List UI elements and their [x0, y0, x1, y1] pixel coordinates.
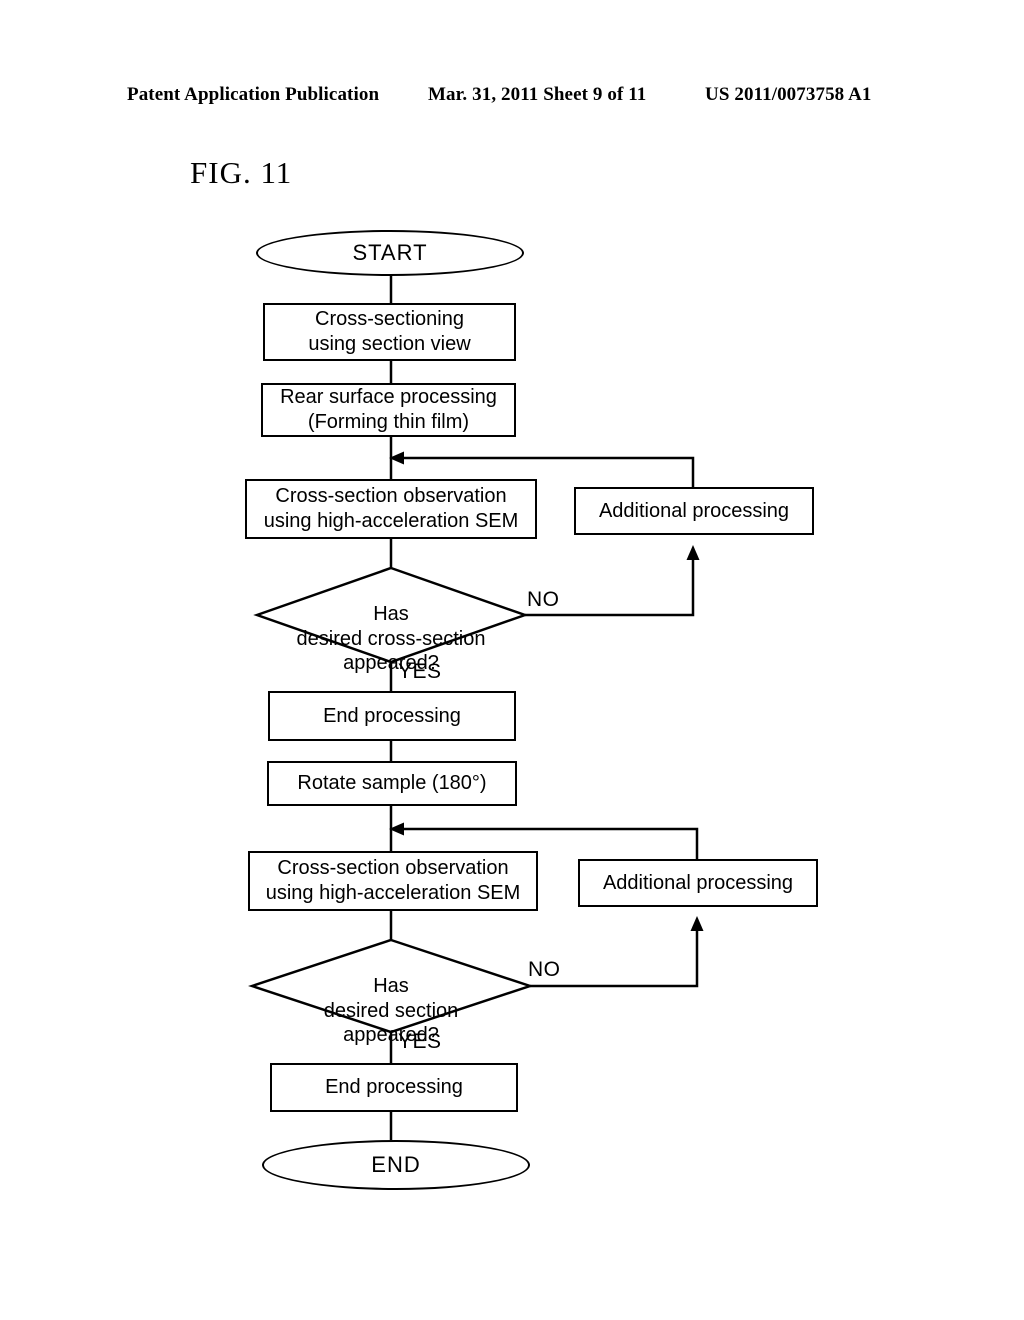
- edge-label-decision2-yes: YES: [398, 1030, 442, 1053]
- edge-label-decision1-yes: YES: [398, 660, 442, 683]
- node-end-label: END: [371, 1152, 421, 1178]
- node-end-processing-2[interactable]: End processing: [270, 1063, 518, 1112]
- node-end-processing-2-label: End processing: [325, 1076, 463, 1099]
- edge-label-decision1-no: NO: [527, 588, 560, 611]
- node-rear-surface-processing-label: Rear surface processing (Forming thin fi…: [280, 386, 497, 433]
- node-cross-section-observation-1-label: Cross-section observation using high-acc…: [263, 485, 519, 532]
- node-additional-processing-2-label: Additional processing: [602, 871, 794, 894]
- node-end[interactable]: END: [262, 1140, 530, 1190]
- node-decision-cross-section[interactable]: Has desired cross-section appeared?: [271, 578, 511, 676]
- node-additional-processing-1[interactable]: Additional processing: [574, 487, 814, 535]
- node-cross-sectioning[interactable]: Cross-sectioning using section view: [263, 303, 516, 361]
- node-end-processing-1[interactable]: End processing: [268, 691, 516, 741]
- node-decision-cross-section-label: Has desired cross-section appeared?: [296, 603, 486, 675]
- node-cross-section-observation-1[interactable]: Cross-section observation using high-acc…: [245, 479, 537, 539]
- node-start[interactable]: START: [256, 230, 524, 276]
- node-cross-section-observation-2-label: Cross-section observation using high-acc…: [265, 857, 521, 904]
- node-rear-surface-processing[interactable]: Rear surface processing (Forming thin fi…: [261, 383, 516, 437]
- flowchart-diagram: START Cross-sectioning using section vie…: [0, 0, 1024, 1320]
- node-additional-processing-1-label: Additional processing: [598, 499, 790, 522]
- node-decision-section[interactable]: Has desired section appeared?: [281, 950, 501, 1048]
- node-start-label: START: [352, 240, 428, 266]
- edge-label-decision2-no: NO: [528, 958, 561, 981]
- node-additional-processing-2[interactable]: Additional processing: [578, 859, 818, 907]
- node-end-processing-1-label: End processing: [323, 704, 461, 727]
- node-rotate-sample-label: Rotate sample (180°): [297, 772, 487, 795]
- flowchart-connectors: [248, 275, 704, 1140]
- node-cross-section-observation-2[interactable]: Cross-section observation using high-acc…: [248, 851, 538, 911]
- node-rotate-sample[interactable]: Rotate sample (180°): [267, 761, 517, 806]
- node-cross-sectioning-label: Cross-sectioning using section view: [308, 308, 471, 355]
